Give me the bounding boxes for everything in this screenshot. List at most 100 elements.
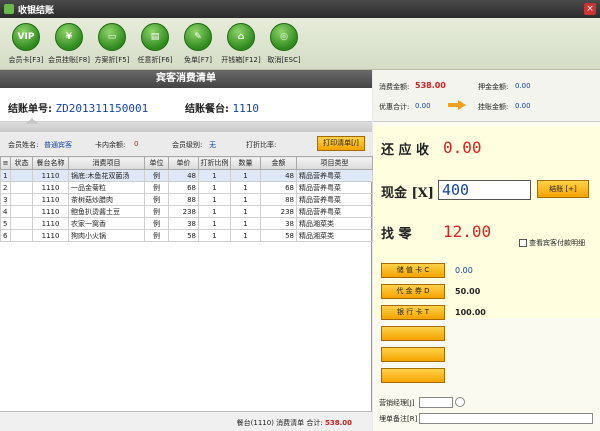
row-index: 4 xyxy=(0,205,11,218)
free-order-button[interactable]: ✎ 免单[F7] xyxy=(176,23,220,65)
column-header[interactable]: 金额 xyxy=(260,156,297,170)
item-cell: 农家一窝香 xyxy=(68,217,145,230)
qty-cell: 1 xyxy=(230,229,261,242)
type-cell: 精品湘菜类 xyxy=(296,217,373,230)
amount-cell: 48 xyxy=(260,169,297,182)
unit-cell: 例 xyxy=(144,193,169,206)
table-row[interactable]: 6 1110 狗肉小火锅 例 58 1 1 58 精品湘菜类 xyxy=(0,229,373,242)
payment-slot-button[interactable] xyxy=(381,368,445,383)
column-header[interactable]: 消费项目 xyxy=(68,156,145,170)
qty-cell: 1 xyxy=(230,181,261,194)
type-cell: 精品营养粤菜 xyxy=(296,169,373,182)
amount-cell: 88 xyxy=(260,193,297,206)
checkbox-icon xyxy=(519,239,527,247)
table-row[interactable]: 5 1110 农家一窝香 例 38 1 1 38 精品湘菜类 xyxy=(0,217,373,230)
type-cell: 精品营养粤菜 xyxy=(296,193,373,206)
deposit-value: 0.00 xyxy=(515,82,531,90)
item-cell: 一品金菊粒 xyxy=(68,181,145,194)
table-row[interactable]: 1 1110 锅底:木鱼花双菌汤 例 48 1 1 48 精品营养粤菜 xyxy=(0,169,373,182)
column-header[interactable]: 项目类型 xyxy=(296,156,373,170)
row-index: 6 xyxy=(0,229,11,242)
column-header[interactable]: 状态 xyxy=(10,156,33,170)
footer-total: 餐台(1110) 消费清单 合计: 538.00 xyxy=(237,418,352,428)
amount-cell: 58 xyxy=(260,229,297,242)
credit-label: 挂账金额: xyxy=(478,103,509,111)
plan-discount-label: 方案折[F5] xyxy=(94,56,130,64)
payment-slot-button[interactable] xyxy=(381,326,445,341)
qty-cell: 1 xyxy=(230,169,261,182)
cash-input[interactable]: 400 xyxy=(438,180,531,200)
open-drawer-button[interactable]: ⌂ 开钱箱[F12] xyxy=(219,23,263,65)
cancel-button[interactable]: ◎ 取消[ESC] xyxy=(262,23,306,65)
cash-label: 现金 [X] xyxy=(381,186,434,201)
consumption-panel: 宾客消费清单 结账单号: ZD201311150001 结账餐台: 1110 会… xyxy=(0,70,373,431)
table-name-cell: 1110 xyxy=(32,169,69,182)
credit-icon: ¥ xyxy=(55,23,83,51)
note-input[interactable] xyxy=(419,413,593,424)
member-name-label: 会员姓名: xyxy=(8,141,39,149)
bill-number-label: 结账单号: xyxy=(8,104,52,115)
open-drawer-label: 开钱箱[F12] xyxy=(221,56,261,64)
bill-table: 结账餐台: 1110 xyxy=(185,100,259,115)
price-cell: 88 xyxy=(168,193,199,206)
list-footer: 餐台(1110) 消费清单 合计: 538.00 xyxy=(0,411,372,431)
unit-cell: 例 xyxy=(144,181,169,194)
discount-cell: 1 xyxy=(198,205,231,218)
table-row[interactable]: 3 1110 茶树菇炒腊肉 例 88 1 1 88 精品营养粤菜 xyxy=(0,193,373,206)
pointer-arrow-icon xyxy=(26,118,38,124)
table-row[interactable]: 2 1110 一品金菊粒 例 68 1 1 68 精品营养粤菜 xyxy=(0,181,373,194)
column-header[interactable]: 单价 xyxy=(168,156,199,170)
amount-cell: 38 xyxy=(260,217,297,230)
status-cell xyxy=(10,169,33,182)
price-cell: 68 xyxy=(168,181,199,194)
table-row[interactable]: 4 1110 鲍鱼扒烫酱土豆 例 238 1 1 238 精品营养粤菜 xyxy=(0,205,373,218)
unit-cell: 例 xyxy=(144,229,169,242)
unit-cell: 例 xyxy=(144,205,169,218)
summary-box: 消费金额: 538.00 押金金额: 0.00 优惠合计: 0.00 挂账金额:… xyxy=(373,70,600,122)
print-list-button[interactable]: 打印清单[/] xyxy=(317,136,365,151)
member-name-value: 普通宾客 xyxy=(44,141,72,149)
column-header[interactable]: 打折比例 xyxy=(198,156,231,170)
row-index: 5 xyxy=(0,217,11,230)
discount-cell: 1 xyxy=(198,229,231,242)
close-button[interactable]: × xyxy=(584,3,596,15)
credit-value: 0.00 xyxy=(515,102,531,110)
plan-discount-button[interactable]: ▭ 方案折[F5] xyxy=(90,23,134,65)
row-index: 2 xyxy=(0,181,11,194)
member-info-row: 会员姓名: 普通宾客 卡内余额: 0 会员级别: 无 打折比率: 打印清单[/] xyxy=(0,132,372,158)
member-card-button[interactable]: VIP 会员卡[F3] xyxy=(4,23,48,65)
status-cell xyxy=(10,193,33,206)
deposit-label: 押金金额: xyxy=(478,83,509,91)
qty-cell: 1 xyxy=(230,193,261,206)
item-cell: 茶树菇炒腊肉 xyxy=(68,193,145,206)
manager-input[interactable] xyxy=(419,397,453,408)
item-cell: 狗肉小火锅 xyxy=(68,229,145,242)
bill-header: 结账单号: ZD201311150001 结账餐台: 1110 xyxy=(0,88,372,122)
search-icon[interactable] xyxy=(455,397,465,407)
member-credit-button[interactable]: ¥ 会员挂账[F8] xyxy=(47,23,91,65)
settle-button[interactable]: 结账 [+] xyxy=(537,180,589,198)
any-discount-button[interactable]: ▤ 任意折[F6] xyxy=(133,23,177,65)
bill-number-value: ZD201311150001 xyxy=(55,102,149,115)
amount-cell: 238 xyxy=(260,205,297,218)
column-header[interactable]: 单位 xyxy=(144,156,169,170)
unit-cell: 例 xyxy=(144,169,169,182)
bank-card-button[interactable]: 银 行 卡 T xyxy=(381,305,445,320)
stored-value-card-button[interactable]: 储 值 卡 C xyxy=(381,263,445,278)
discount-cell: 1 xyxy=(198,169,231,182)
plan-discount-icon: ▭ xyxy=(98,23,126,51)
table-name-cell: 1110 xyxy=(32,217,69,230)
member-level-label: 会员级别: xyxy=(172,141,203,149)
table-name-cell: 1110 xyxy=(32,193,69,206)
manager-label: 营销经理[J] xyxy=(379,399,415,407)
voucher-button[interactable]: 代 金 券 D xyxy=(381,284,445,299)
any-discount-icon: ▤ xyxy=(141,23,169,51)
column-header[interactable]: 餐台名称 xyxy=(32,156,69,170)
toolbar: VIP 会员卡[F3] ¥ 会员挂账[F8] ▭ 方案折[F5] ▤ 任意折[F… xyxy=(0,18,600,70)
show-detail-checkbox[interactable]: 查看宾客付款明细 xyxy=(519,238,585,248)
column-header[interactable]: 数量 xyxy=(230,156,261,170)
bill-table-value: 1110 xyxy=(232,102,259,115)
payment-panel: 消费金额: 538.00 押金金额: 0.00 优惠合计: 0.00 挂账金额:… xyxy=(373,70,600,431)
receivable-value: 0.00 xyxy=(443,138,482,157)
payment-slot-button[interactable] xyxy=(381,347,445,362)
